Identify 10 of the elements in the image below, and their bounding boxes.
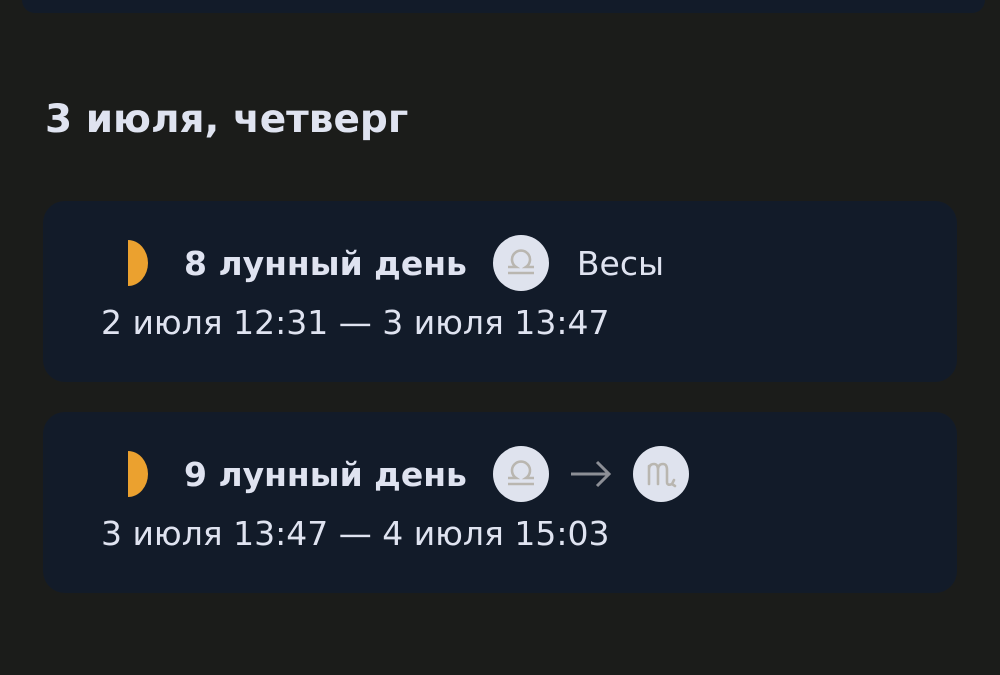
scorpio-sign-icon [632,446,689,502]
libra-sign-icon [492,235,549,291]
arrow-icon [568,459,613,489]
date-heading: 3 июля, четверг [45,96,410,144]
libra-sign-icon [492,446,549,502]
time-range: 3 июля 13:47 — 4 июля 15:03 [101,514,610,553]
lunar-day-title: 8 лунный день [184,244,467,282]
lunar-day-title: 9 лунный день [184,454,467,494]
zodiac-sign-name: Весы [576,244,664,282]
time-range: 2 июля 12:31 — 3 июля 13:47 [101,303,610,342]
